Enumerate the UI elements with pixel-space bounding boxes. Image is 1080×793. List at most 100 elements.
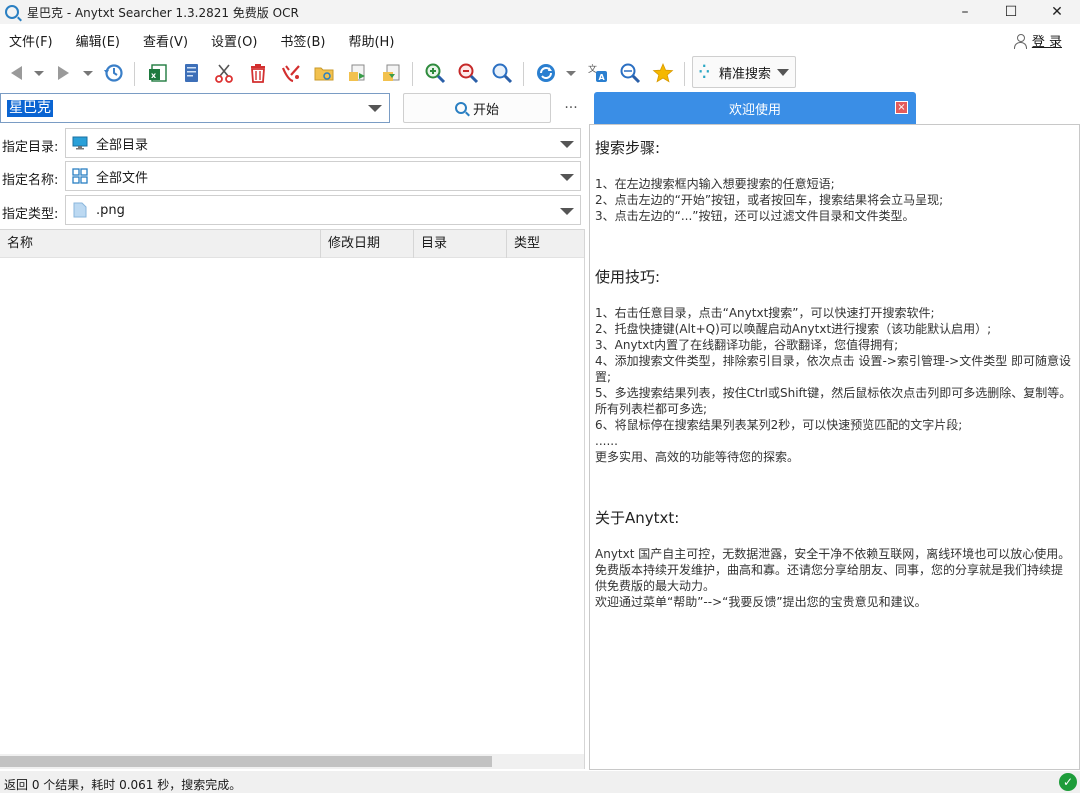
search-mode-dropdown[interactable]: ⁛ 精准搜索 [692,56,796,88]
svg-text:文: 文 [588,63,597,75]
name-value: 全部文件 [96,170,149,186]
column-name[interactable]: 名称 [0,230,321,258]
close-icon[interactable]: × [895,101,908,114]
step-item: 2、点击左边的“开始”按钮，或者按回车，搜索结果将会立马呈现; [595,193,944,207]
menu-edit[interactable]: 编辑(E) [76,31,120,50]
menu-view[interactable]: 查看(V) [143,31,188,50]
name-select[interactable]: 全部文件 [65,161,581,191]
monitor-icon [72,136,88,150]
tip-item: 2、托盘快捷键(Alt+Q)可以唤醒启动Anytxt进行搜索（该功能默认启用）; [595,322,992,336]
type-select[interactable]: .png [65,195,581,225]
tab-welcome-label: 欢迎使用 [728,102,781,118]
refresh-dropdown-icon[interactable] [558,60,584,86]
translate-icon[interactable]: 文A [585,60,611,86]
results-table: 名称 修改日期 目录 类型 [0,229,585,769]
chevron-down-icon [560,208,574,215]
directory-value: 全部目录 [96,137,149,153]
scrollbar-thumb[interactable] [0,756,492,767]
chevron-down-icon[interactable] [368,105,382,112]
type-value: .png [96,202,125,218]
close-button[interactable]: ✕ [1034,0,1080,24]
column-directory[interactable]: 目录 [414,230,507,258]
name-label: 指定名称: [2,173,59,188]
search-mode-icon: ⁛ [699,65,710,79]
svg-text:x: x [151,71,157,80]
tip-item: 3、Anytxt内置了在线翻译功能，谷歌翻译，您值得拥有; [595,338,899,352]
toolbar-separator [684,62,685,86]
about-item: 免费版本持续开发维护，曲高和寡。还请您分享给朋友、同事，您的分享就是我们持续提供… [595,563,1064,593]
chevron-down-icon [560,141,574,148]
tab-welcome[interactable]: 欢迎使用 × [594,92,916,124]
menu-bar: 文件(F) 编辑(E) 查看(V) 设置(O) 书签(B) 帮助(H) 登 录 [0,28,1080,52]
toolbar-separator [412,62,413,86]
maximize-button[interactable]: ☐ [988,0,1034,24]
zoom-in-icon[interactable] [422,60,448,86]
open-file-icon[interactable] [345,60,371,86]
steps-title: 搜索步骤: [595,139,661,157]
search-icon[interactable] [489,60,515,86]
tip-item: 4、添加搜索文件类型，排除索引目录，依次点击 设置->索引管理->文件类型 即可… [595,354,1072,384]
start-search-button[interactable]: 开始 [403,93,551,123]
start-button-label: 开始 [472,102,499,118]
menu-file[interactable]: 文件(F) [9,31,53,50]
delete-icon[interactable] [245,60,271,86]
grid-icon [72,168,88,184]
about-title: 关于Anytxt: [595,509,680,527]
app-search-icon [5,5,19,19]
excel-export-icon[interactable]: x [145,60,171,86]
menu-bookmarks[interactable]: 书签(B) [280,31,325,50]
tip-item: 5、多选搜索结果列表，按住Ctrl或Shift键，然后鼠标依次点击列即可多选删除… [595,386,1072,416]
tip-item: 更多实用、高效的功能等待您的探索。 [595,450,800,464]
status-text: 返回 0 个结果，耗时 0.061 秒，搜索完成。 [4,778,242,792]
toolbar: x 文A ⁛ 精准搜索 [0,56,1080,90]
search-mode-label: 精准搜索 [719,66,772,82]
zoom-out-icon[interactable] [455,60,481,86]
login-label: 登 录 [1031,35,1062,50]
forward-dropdown-icon[interactable] [75,60,101,86]
toolbar-separator [134,62,135,86]
toolbar-separator [523,62,524,86]
directory-label: 指定目录: [2,140,59,155]
back-dropdown-icon[interactable] [26,60,52,86]
status-bar: 返回 0 个结果，耗时 0.061 秒，搜索完成。 ✓ [0,771,1080,793]
svg-text:A: A [599,73,606,82]
search-input[interactable]: 星巴克 [0,93,390,123]
title-bar: 星巴克 - Anytxt Searcher 1.3.2821 免费版 OCR –… [0,0,1080,24]
more-filters-button[interactable]: ... [562,96,580,118]
tip-item: 1、右击任意目录，点击“Anytxt搜索”，可以快速打开搜索软件; [595,306,935,320]
search-icon [454,102,467,114]
copy-file-icon[interactable] [378,60,404,86]
results-header: 名称 修改日期 目录 类型 [0,230,584,258]
tip-item: ...... [595,434,618,448]
cut-icon[interactable] [211,60,237,86]
file-icon [73,202,87,218]
about-item: 欢迎通过菜单“帮助”-->“我要反馈”提出您的宝贵意见和建议。 [595,595,927,609]
welcome-panel: 搜索步骤: 1、在左边搜索框内输入想要搜索的任意短语; 2、点击左边的“开始”按… [589,124,1080,770]
folder-icon[interactable] [311,60,337,86]
horizontal-scrollbar[interactable] [0,754,584,769]
menu-settings[interactable]: 设置(O) [211,31,257,50]
directory-select[interactable]: 全部目录 [65,128,581,158]
window-title: 星巴克 - Anytxt Searcher 1.3.2821 免费版 OCR [27,5,299,20]
window-controls: – ☐ ✕ [942,0,1080,24]
forward-icon[interactable] [50,60,76,86]
clean-icon[interactable] [278,60,304,86]
menu-help[interactable]: 帮助(H) [348,31,394,50]
chevron-down-icon [560,174,574,181]
tips-title: 使用技巧: [595,268,661,286]
about-item: Anytxt 国产自主可控，无数据泄露，安全干净不依赖互联网，离线环境也可以放心… [595,547,1071,561]
column-type[interactable]: 类型 [507,230,584,258]
login-link[interactable]: 登 录 [1013,31,1062,50]
search-query: 星巴克 [7,100,53,117]
step-item: 1、在左边搜索框内输入想要搜索的任意短语; [595,177,835,191]
check-icon: ✓ [1059,773,1077,791]
search-image-icon[interactable] [617,60,643,86]
column-modified-date[interactable]: 修改日期 [321,230,414,258]
step-item: 3、点击左边的“...”按钮，还可以过滤文件目录和文件类型。 [595,209,915,223]
history-icon[interactable] [100,60,126,86]
tip-item: 6、将鼠标停在搜索结果列表某列2秒，可以快速预览匹配的文字片段; [595,418,963,432]
minimize-button[interactable]: – [942,0,988,24]
document-icon[interactable] [178,60,204,86]
star-icon[interactable] [650,60,676,86]
refresh-icon[interactable] [533,60,559,86]
